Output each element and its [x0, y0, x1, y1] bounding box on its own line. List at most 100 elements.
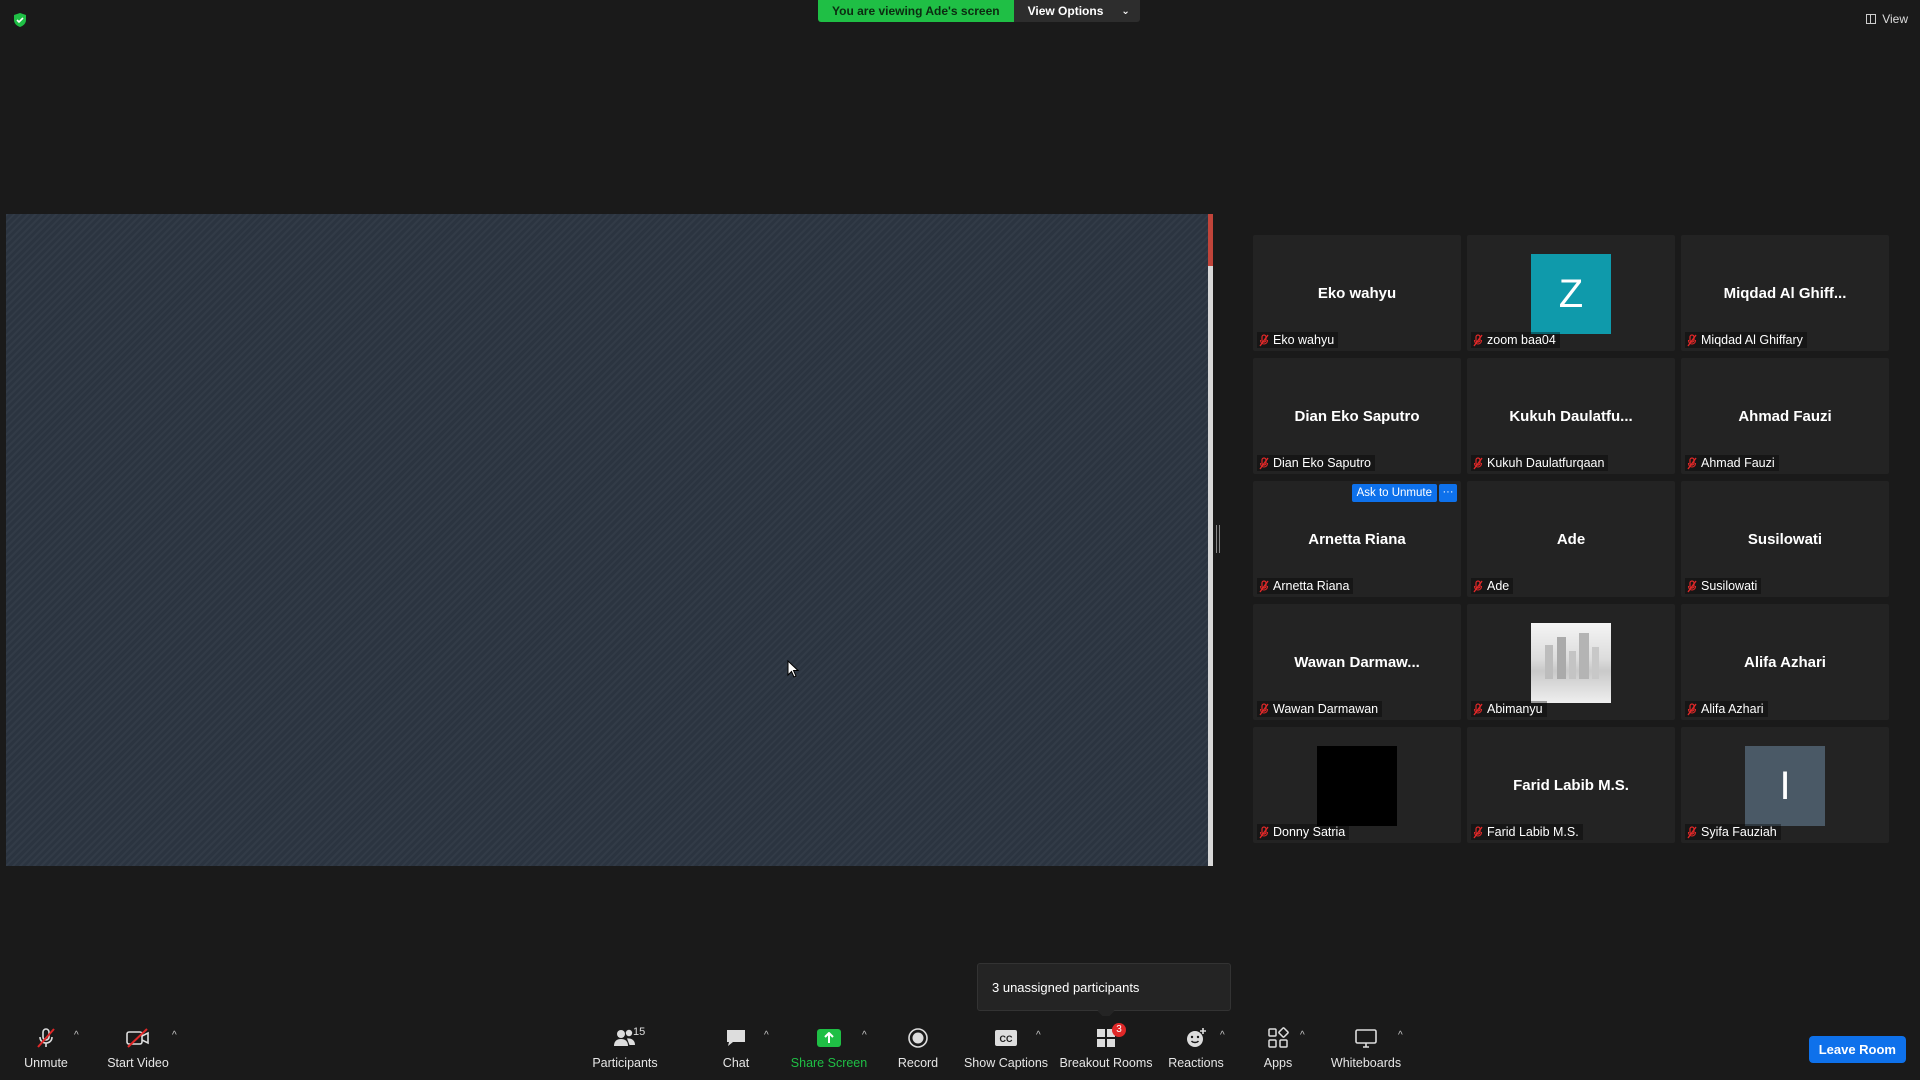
participant-name-label: Wawan Darmawan: [1257, 701, 1383, 717]
record-button[interactable]: Record: [896, 1016, 940, 1080]
participant-name-label: Kukuh Daulatfurqaan: [1471, 455, 1609, 471]
participants-label: Participants: [592, 1056, 658, 1070]
participant-avatar: [1531, 623, 1611, 703]
participant-tile[interactable]: Ahmad Fauzi Ahmad Fauzi: [1681, 358, 1889, 474]
participant-name-text: Ade: [1487, 579, 1510, 593]
chevron-down-icon: ⌄: [1121, 5, 1130, 17]
mic-muted-icon: [1259, 333, 1269, 347]
participant-name-label: Abimanyu: [1471, 701, 1547, 717]
participant-name-text: Miqdad Al Ghiffary: [1701, 333, 1803, 347]
participant-name-text: Dian Eko Saputro: [1273, 456, 1371, 470]
show-captions-button[interactable]: CC Show Captions: [963, 1016, 1049, 1080]
mic-muted-icon: [1473, 579, 1483, 593]
participant-avatar: I: [1745, 746, 1825, 826]
participants-count: 15: [633, 1026, 646, 1038]
participant-name-text: Wawan Darmawan: [1273, 702, 1379, 716]
mic-muted-icon: [1473, 702, 1483, 716]
participant-name-text: Arnetta Riana: [1273, 579, 1350, 593]
participant-tile[interactable]: Susilowati Susilowati: [1681, 481, 1889, 597]
chat-label: Chat: [722, 1056, 750, 1070]
mic-muted-icon: [1473, 825, 1483, 839]
breakout-rooms-button[interactable]: 3 Breakout Rooms: [1059, 1016, 1153, 1080]
participant-tile[interactable]: Dian Eko Saputro Dian Eko Saputro: [1253, 358, 1461, 474]
chat-button[interactable]: Chat: [716, 1016, 756, 1080]
mic-muted-icon: [1687, 456, 1697, 470]
unassigned-participants-tooltip: 3 unassigned participants: [977, 963, 1231, 1011]
svg-text:CC: CC: [1000, 1034, 1013, 1044]
participant-tile[interactable]: Donny Satria: [1253, 727, 1461, 843]
reactions-button[interactable]: Reactions: [1168, 1016, 1224, 1080]
participant-tile[interactable]: Abimanyu: [1467, 604, 1675, 720]
participant-tile[interactable]: Eko wahyu Eko wahyu: [1253, 235, 1461, 351]
shared-screen-scrollbar[interactable]: [1208, 214, 1213, 866]
view-layout-button[interactable]: View: [1866, 12, 1908, 26]
mic-muted-icon: [1259, 702, 1269, 716]
participant-tile[interactable]: Alifa Azhari Alifa Azhari: [1681, 604, 1889, 720]
breakout-rooms-label: Breakout Rooms: [1059, 1056, 1153, 1070]
view-options-button[interactable]: View Options ⌄: [1013, 0, 1140, 22]
participant-display-name: Arnetta Riana: [1308, 531, 1406, 548]
breakout-rooms-icon: 3: [1090, 1023, 1126, 1050]
audio-options-caret-icon[interactable]: ^: [74, 1030, 79, 1041]
participant-name-text: Eko wahyu: [1273, 333, 1335, 347]
chat-options-caret-icon[interactable]: ^: [764, 1030, 769, 1041]
participant-name-label: Susilowati: [1685, 578, 1762, 594]
mic-muted-icon: [1473, 456, 1483, 470]
participant-tile[interactable]: I Syifa Fauziah: [1681, 727, 1889, 843]
participant-name-label: Dian Eko Saputro: [1257, 455, 1375, 471]
scrollbar-thumb[interactable]: [1208, 214, 1213, 266]
show-captions-label: Show Captions: [963, 1056, 1049, 1070]
unmute-button[interactable]: Unmute: [18, 1016, 74, 1080]
participant-name-label: Donny Satria: [1257, 824, 1350, 840]
reactions-options-caret-icon[interactable]: ^: [1220, 1030, 1225, 1041]
participant-display-name: Ahmad Fauzi: [1738, 408, 1832, 425]
leave-room-button[interactable]: Leave Room: [1808, 1036, 1906, 1063]
start-video-button[interactable]: Start Video: [106, 1016, 170, 1080]
participant-name-label: Ade: [1471, 578, 1514, 594]
share-screen-button[interactable]: Share Screen: [791, 1016, 867, 1080]
viewing-banner: You are viewing Ade's screen View Option…: [818, 0, 1140, 22]
whiteboards-options-caret-icon[interactable]: ^: [1398, 1030, 1403, 1041]
participant-tile[interactable]: Farid Labib M.S. Farid Labib M.S.: [1467, 727, 1675, 843]
participant-name-label: Syifa Fauziah: [1685, 824, 1781, 840]
participant-display-name: Susilowati: [1747, 531, 1823, 548]
participants-button[interactable]: 15 Participants: [592, 1016, 658, 1080]
video-options-caret-icon[interactable]: ^: [172, 1030, 177, 1041]
participant-tile[interactable]: Wawan Darmaw... Wawan Darmawan: [1253, 604, 1461, 720]
participant-name-label: zoom baa04: [1471, 332, 1560, 348]
mic-muted-icon: [1687, 579, 1697, 593]
participant-tile[interactable]: Arnetta Riana Arnetta Riana Ask to Unmute ·…: [1253, 481, 1461, 597]
participant-tile[interactable]: Miqdad Al Ghiff... Miqdad Al Ghiffary: [1681, 235, 1889, 351]
apps-button[interactable]: Apps: [1260, 1016, 1296, 1080]
splitter-handle[interactable]: [1216, 525, 1220, 553]
apps-icon: [1262, 1026, 1294, 1050]
participant-name-label: Eko wahyu: [1257, 332, 1339, 348]
captions-options-caret-icon[interactable]: ^: [1036, 1030, 1041, 1041]
participant-display-name: Dian Eko Saputro: [1294, 408, 1420, 425]
participant-name-text: Farid Labib M.S.: [1487, 825, 1579, 839]
security-shield-icon[interactable]: [12, 12, 28, 28]
participant-name-text: Abimanyu: [1487, 702, 1543, 716]
captions-cc-icon: CC: [990, 1026, 1022, 1050]
participant-name-label: Ahmad Fauzi: [1685, 455, 1779, 471]
whiteboards-button[interactable]: Whiteboards: [1330, 1016, 1402, 1080]
video-off-icon: [122, 1026, 154, 1050]
participants-icon: 15: [609, 1026, 645, 1050]
participant-tile[interactable]: Kukuh Daulatfu... Kukuh Daulatfurqaan: [1467, 358, 1675, 474]
shared-screen[interactable]: [6, 214, 1212, 866]
participant-display-name: Eko wahyu: [1317, 285, 1397, 302]
layout-grid-icon: [1866, 14, 1877, 24]
participant-name-text: Donny Satria: [1273, 825, 1346, 839]
participant-tile[interactable]: Zzoom baa04: [1467, 235, 1675, 351]
record-label: Record: [897, 1056, 939, 1070]
participant-name-text: Syifa Fauziah: [1701, 825, 1777, 839]
participant-display-name: Ade: [1556, 531, 1586, 548]
participant-name-text: zoom baa04: [1487, 333, 1556, 347]
reactions-smiley-icon: [1180, 1026, 1212, 1050]
ask-to-unmute-button[interactable]: Ask to Unmute: [1351, 484, 1437, 502]
participant-tile[interactable]: Ade Ade: [1467, 481, 1675, 597]
chat-icon: [720, 1026, 752, 1050]
apps-options-caret-icon[interactable]: ^: [1300, 1030, 1305, 1041]
more-options-button[interactable]: ···: [1439, 484, 1457, 502]
share-options-caret-icon[interactable]: ^: [862, 1030, 867, 1041]
